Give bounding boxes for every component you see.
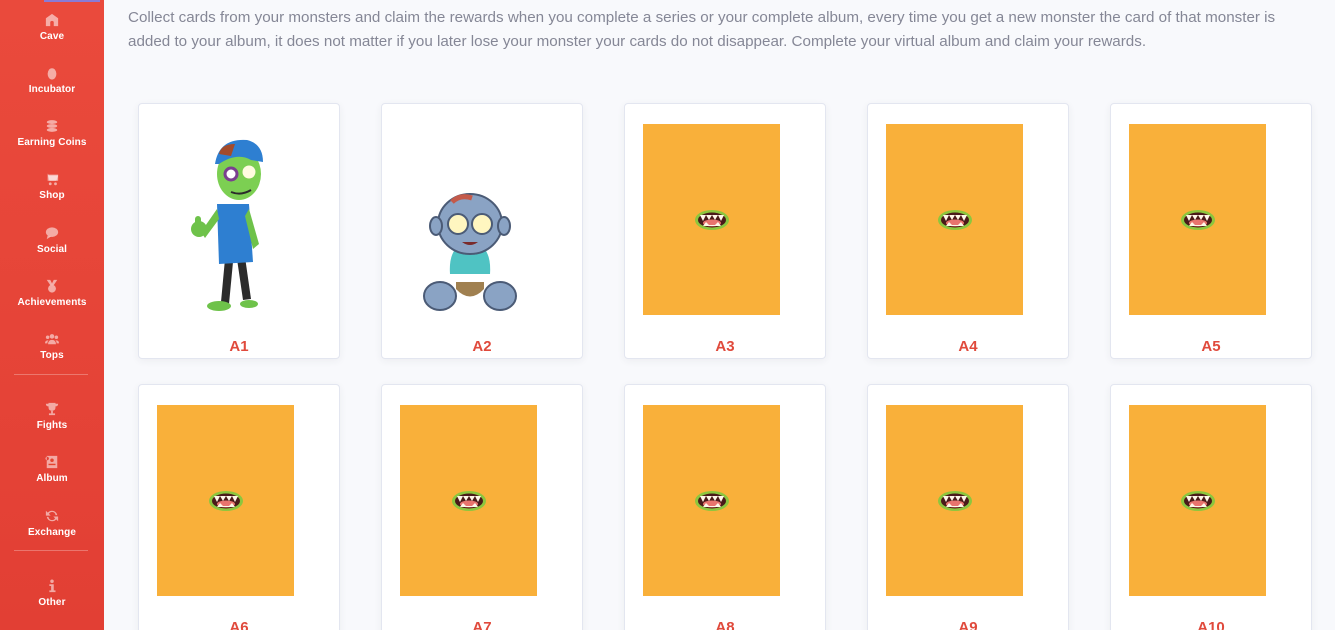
monster-mouth-icon xyxy=(208,490,243,511)
card-placeholder xyxy=(643,405,780,596)
album-card[interactable]: A2 xyxy=(381,103,583,359)
sidebar-divider xyxy=(14,550,88,551)
sidebar-item-label: Cave xyxy=(39,31,65,42)
sidebar-divider xyxy=(14,374,88,375)
sidebar-item-label: Fights xyxy=(36,420,68,431)
album-icon xyxy=(44,454,60,470)
sidebar-item-label: Album xyxy=(36,473,68,484)
monster-mouth-icon xyxy=(694,490,729,511)
egg-icon xyxy=(44,65,60,81)
sidebar: Cave Incubator Earning Coins Shop Social… xyxy=(0,0,104,630)
sidebar-item-label: Earning Coins xyxy=(17,137,87,148)
chat-icon xyxy=(44,225,60,241)
monster-mouth-icon xyxy=(937,209,972,230)
sidebar-item-label: Tops xyxy=(40,350,64,361)
medal-icon xyxy=(44,278,60,294)
card-placeholder xyxy=(1129,405,1266,596)
sidebar-item-label: Exchange xyxy=(27,527,77,538)
sidebar-item-exchange[interactable]: Exchange xyxy=(0,508,104,548)
card-code: A3 xyxy=(715,338,735,355)
sidebar-item-label: Incubator xyxy=(28,84,76,95)
monster-mouth-icon xyxy=(694,209,729,230)
users-icon xyxy=(44,331,60,347)
sidebar-item-other[interactable]: Other xyxy=(0,578,104,618)
album-card[interactable]: A9 xyxy=(867,384,1069,630)
card-placeholder xyxy=(400,405,537,596)
album-card[interactable]: A8 xyxy=(624,384,826,630)
card-code: A2 xyxy=(472,338,492,355)
card-placeholder xyxy=(1129,124,1266,315)
sidebar-item-achievements[interactable]: Achievements xyxy=(0,278,104,318)
zombie-boy-image xyxy=(157,124,294,315)
trophy-icon xyxy=(44,401,60,417)
sidebar-item-tops[interactable]: Tops xyxy=(0,331,104,371)
album-card[interactable]: A10 xyxy=(1110,384,1312,630)
card-placeholder xyxy=(643,124,780,315)
sidebar-item-cave[interactable]: Cave xyxy=(0,12,104,52)
sidebar-item-label: Other xyxy=(38,597,66,608)
coins-icon xyxy=(44,118,60,134)
album-description: Collect cards from your monsters and cla… xyxy=(128,9,1276,50)
card-code: A1 xyxy=(229,338,249,355)
album-card[interactable]: A4 xyxy=(867,103,1069,359)
sidebar-item-album[interactable]: Album xyxy=(0,454,104,494)
monster-mouth-icon xyxy=(1180,209,1215,230)
cave-icon xyxy=(44,12,60,28)
cart-icon xyxy=(44,171,60,187)
sidebar-item-label: Social xyxy=(36,244,68,255)
card-placeholder xyxy=(157,405,294,596)
card-placeholder xyxy=(886,405,1023,596)
album-card[interactable]: A7 xyxy=(381,384,583,630)
sidebar-item-earning-coins[interactable]: Earning Coins xyxy=(0,118,104,158)
card-code: A6 xyxy=(229,619,249,630)
album-card[interactable]: A6 xyxy=(138,384,340,630)
card-code: A9 xyxy=(958,619,978,630)
sidebar-item-incubator[interactable]: Incubator xyxy=(0,65,104,105)
sidebar-item-shop[interactable]: Shop xyxy=(0,171,104,211)
card-code: A7 xyxy=(472,619,492,630)
zombie-baby-image xyxy=(400,124,537,315)
sidebar-active-indicator xyxy=(44,0,100,2)
card-code: A5 xyxy=(1201,338,1221,355)
monster-mouth-icon xyxy=(451,490,486,511)
monster-mouth-icon xyxy=(1180,490,1215,511)
card-code: A8 xyxy=(715,619,735,630)
sidebar-item-fights[interactable]: Fights xyxy=(0,401,104,441)
album-card[interactable]: A5 xyxy=(1110,103,1312,359)
album-card[interactable]: A1 xyxy=(138,103,340,359)
sidebar-item-label: Achievements xyxy=(17,297,87,308)
card-code: A10 xyxy=(1197,619,1225,630)
monster-mouth-icon xyxy=(937,490,972,511)
card-placeholder xyxy=(886,124,1023,315)
info-icon xyxy=(44,578,60,594)
sync-icon xyxy=(44,508,60,524)
sidebar-item-label: Shop xyxy=(39,190,65,201)
album-card[interactable]: A3 xyxy=(624,103,826,359)
card-code: A4 xyxy=(958,338,978,355)
sidebar-item-social[interactable]: Social xyxy=(0,225,104,265)
